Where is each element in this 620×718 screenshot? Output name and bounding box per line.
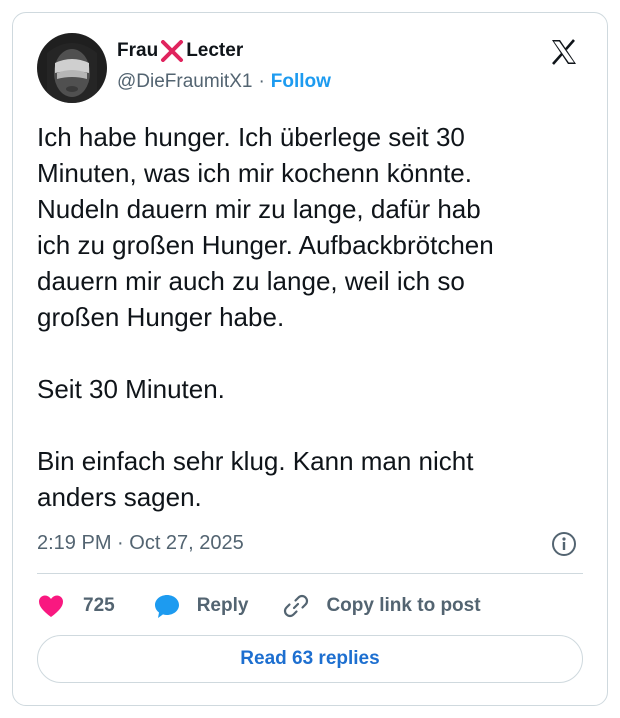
tweet-timestamp[interactable]: 2:19 PM · Oct 27, 2025 [37, 532, 244, 555]
cross-mark-icon [159, 40, 185, 62]
like-button[interactable]: 725 [37, 593, 115, 619]
author-name-last: Lecter [186, 40, 244, 61]
follow-button[interactable]: Follow [271, 71, 331, 93]
x-logo-icon[interactable] [549, 37, 579, 67]
reply-label: Reply [196, 595, 249, 616]
divider [37, 573, 583, 574]
info-icon[interactable] [551, 531, 577, 557]
tweet-text: Ich habe hunger. Ich überlege seit 30 Mi… [37, 122, 494, 512]
author-name-first: Frau [117, 40, 159, 61]
separator-dot: · [258, 71, 265, 92]
author-name[interactable]: Frau Lecter [117, 39, 243, 63]
link-icon [282, 592, 310, 620]
tweet-card: Frau Lecter @DieFraumitX1 · Follow Ich h… [12, 12, 608, 706]
copy-link-button[interactable]: Copy link to post [282, 592, 481, 620]
read-replies-button[interactable]: Read 63 replies [37, 635, 583, 683]
heart-icon [37, 593, 65, 619]
avatar[interactable] [37, 33, 107, 103]
speech-bubble-icon [153, 592, 181, 620]
like-count: 725 [83, 595, 115, 616]
author-handle[interactable]: @DieFraumitX1 [117, 71, 252, 93]
copy-link-label: Copy link to post [326, 595, 481, 616]
reply-button[interactable]: Reply [153, 592, 249, 620]
action-bar: 725 Reply Copy link to post [37, 591, 481, 621]
